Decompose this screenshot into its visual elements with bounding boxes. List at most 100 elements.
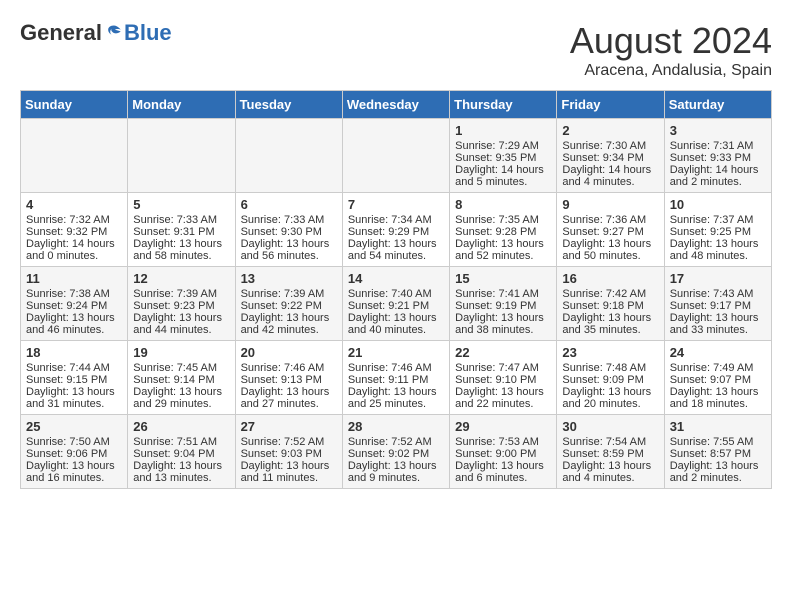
table-row: 10Sunrise: 7:37 AMSunset: 9:25 PMDayligh… <box>664 193 771 267</box>
header: General Blue August 2024 Aracena, Andalu… <box>20 20 772 80</box>
location: Aracena, Andalusia, Spain <box>570 62 772 80</box>
table-row: 18Sunrise: 7:44 AMSunset: 9:15 PMDayligh… <box>21 341 128 415</box>
day-info: Daylight: 13 hours and 50 minutes. <box>562 238 658 262</box>
day-info: Sunset: 9:00 PM <box>455 448 551 460</box>
day-info: Daylight: 14 hours and 4 minutes. <box>562 164 658 188</box>
day-info: Daylight: 13 hours and 9 minutes. <box>348 460 444 484</box>
day-info: Sunrise: 7:55 AM <box>670 436 766 448</box>
table-row: 29Sunrise: 7:53 AMSunset: 9:00 PMDayligh… <box>450 415 557 489</box>
day-number: 23 <box>562 345 658 360</box>
day-info: Sunset: 9:17 PM <box>670 300 766 312</box>
logo: General Blue <box>20 20 172 46</box>
day-number: 12 <box>133 271 229 286</box>
day-number: 11 <box>26 271 122 286</box>
day-number: 25 <box>26 419 122 434</box>
day-info: Daylight: 13 hours and 11 minutes. <box>241 460 337 484</box>
day-info: Sunset: 9:15 PM <box>26 374 122 386</box>
day-number: 26 <box>133 419 229 434</box>
day-info: Sunrise: 7:39 AM <box>133 288 229 300</box>
header-tuesday: Tuesday <box>235 91 342 119</box>
day-info: Sunrise: 7:44 AM <box>26 362 122 374</box>
day-info: Sunrise: 7:29 AM <box>455 140 551 152</box>
table-row <box>235 119 342 193</box>
day-info: Sunrise: 7:50 AM <box>26 436 122 448</box>
day-info: Sunrise: 7:47 AM <box>455 362 551 374</box>
day-info: Daylight: 13 hours and 29 minutes. <box>133 386 229 410</box>
table-row: 22Sunrise: 7:47 AMSunset: 9:10 PMDayligh… <box>450 341 557 415</box>
day-info: Sunrise: 7:54 AM <box>562 436 658 448</box>
header-friday: Friday <box>557 91 664 119</box>
day-info: Sunset: 9:14 PM <box>133 374 229 386</box>
logo-blue-text: Blue <box>124 20 172 46</box>
table-row: 2Sunrise: 7:30 AMSunset: 9:34 PMDaylight… <box>557 119 664 193</box>
day-info: Sunset: 9:32 PM <box>26 226 122 238</box>
day-number: 24 <box>670 345 766 360</box>
day-info: Daylight: 13 hours and 56 minutes. <box>241 238 337 262</box>
table-row: 16Sunrise: 7:42 AMSunset: 9:18 PMDayligh… <box>557 267 664 341</box>
day-info: Sunset: 9:29 PM <box>348 226 444 238</box>
table-row: 27Sunrise: 7:52 AMSunset: 9:03 PMDayligh… <box>235 415 342 489</box>
table-row: 8Sunrise: 7:35 AMSunset: 9:28 PMDaylight… <box>450 193 557 267</box>
table-row: 4Sunrise: 7:32 AMSunset: 9:32 PMDaylight… <box>21 193 128 267</box>
table-row: 7Sunrise: 7:34 AMSunset: 9:29 PMDaylight… <box>342 193 449 267</box>
calendar-week-row: 1Sunrise: 7:29 AMSunset: 9:35 PMDaylight… <box>21 119 772 193</box>
day-info: Daylight: 13 hours and 18 minutes. <box>670 386 766 410</box>
day-info: Sunrise: 7:43 AM <box>670 288 766 300</box>
day-number: 29 <box>455 419 551 434</box>
day-info: Daylight: 13 hours and 58 minutes. <box>133 238 229 262</box>
day-info: Sunrise: 7:46 AM <box>348 362 444 374</box>
month-title: August 2024 <box>570 20 772 62</box>
day-number: 27 <box>241 419 337 434</box>
table-row: 23 Sunrise: 7:48 AMSunset: 9:09 PMDayligh… <box>557 341 664 415</box>
day-info: Sunrise: 7:30 AM <box>562 140 658 152</box>
table-row: 13Sunrise: 7:39 AMSunset: 9:22 PMDayligh… <box>235 267 342 341</box>
day-info: Daylight: 13 hours and 31 minutes. <box>26 386 122 410</box>
day-info: Sunrise: 7:33 AM <box>241 214 337 226</box>
day-number: 10 <box>670 197 766 212</box>
day-info: Daylight: 13 hours and 20 minutes. <box>562 386 658 410</box>
day-number: 8 <box>455 197 551 212</box>
table-row <box>342 119 449 193</box>
day-number: 14 <box>348 271 444 286</box>
table-row: 21Sunrise: 7:46 AMSunset: 9:11 PMDayligh… <box>342 341 449 415</box>
day-info: Sunrise: 7:40 AM <box>348 288 444 300</box>
table-row: 9Sunrise: 7:36 AMSunset: 9:27 PMDaylight… <box>557 193 664 267</box>
day-info: Sunset: 9:13 PM <box>241 374 337 386</box>
day-info: Sunrise: 7:31 AM <box>670 140 766 152</box>
table-row: 20Sunrise: 7:46 AMSunset: 9:13 PMDayligh… <box>235 341 342 415</box>
day-number: 6 <box>241 197 337 212</box>
day-info: Daylight: 14 hours and 2 minutes. <box>670 164 766 188</box>
calendar-week-row: 18Sunrise: 7:44 AMSunset: 9:15 PMDayligh… <box>21 341 772 415</box>
day-info: Sunset: 9:07 PM <box>670 374 766 386</box>
day-info: Sunrise: 7:38 AM <box>26 288 122 300</box>
day-info: Sunrise: 7:46 AM <box>241 362 337 374</box>
day-number: 13 <box>241 271 337 286</box>
day-info: Sunrise: 7:41 AM <box>455 288 551 300</box>
table-row <box>21 119 128 193</box>
day-info: Daylight: 13 hours and 38 minutes. <box>455 312 551 336</box>
day-info: Sunrise: 7:42 AM <box>562 288 658 300</box>
day-info: Daylight: 13 hours and 42 minutes. <box>241 312 337 336</box>
day-info: Daylight: 13 hours and 27 minutes. <box>241 386 337 410</box>
table-row: 6Sunrise: 7:33 AMSunset: 9:30 PMDaylight… <box>235 193 342 267</box>
day-info: Sunrise: 7:51 AM <box>133 436 229 448</box>
day-number: 5 <box>133 197 229 212</box>
day-info: Sunset: 9:21 PM <box>348 300 444 312</box>
day-number: 30 <box>562 419 658 434</box>
day-info: Sunset: 8:59 PM <box>562 448 658 460</box>
calendar-week-row: 25 Sunrise: 7:50 AMSunset: 9:06 PM Dayligh… <box>21 415 772 489</box>
day-info: Sunrise: 7:53 AM <box>455 436 551 448</box>
day-info: Sunset: 9:06 PM <box>26 448 122 460</box>
day-number: 17 <box>670 271 766 286</box>
day-info: Daylight: 14 hours and 0 minutes. <box>26 238 122 262</box>
day-info: Sunset: 9:09 PM <box>562 374 658 386</box>
day-info: Sunrise: 7:48 AM <box>562 362 658 374</box>
day-number: 16 <box>562 271 658 286</box>
day-info: Daylight: 13 hours and 2 minutes. <box>670 460 766 484</box>
table-row: 15Sunrise: 7:41 AMSunset: 9:19 PMDayligh… <box>450 267 557 341</box>
day-info: Sunset: 9:19 PM <box>455 300 551 312</box>
day-info: Sunset: 9:18 PM <box>562 300 658 312</box>
table-row: 3Sunrise: 7:31 AMSunset: 9:33 PMDaylight… <box>664 119 771 193</box>
day-info: Sunrise: 7:34 AM <box>348 214 444 226</box>
day-info: Daylight: 13 hours and 13 minutes. <box>133 460 229 484</box>
